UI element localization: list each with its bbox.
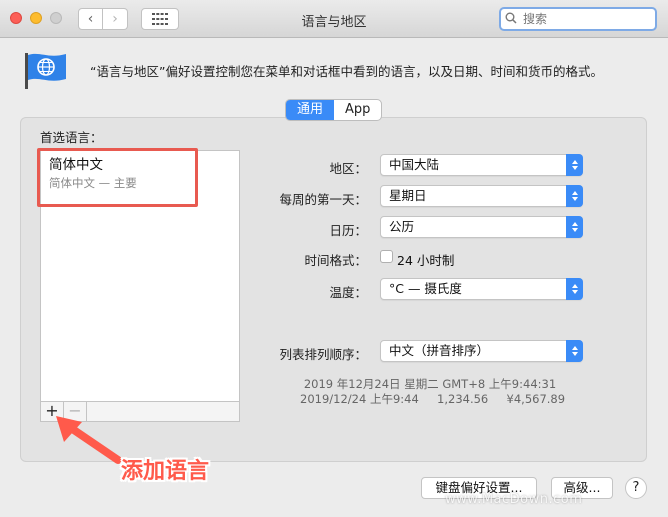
annotation-arrow-icon: [56, 416, 122, 464]
calendar-label: 日历：: [329, 223, 367, 238]
tab-bar: 通用 App: [285, 99, 383, 121]
temperature-value: °C — 摄氏度: [389, 281, 462, 296]
updown-icon: [566, 278, 583, 300]
date-sample: 2019 年12月24日 星期二 GMT+8 上午9:44:31: [303, 377, 557, 391]
updown-icon: [566, 216, 583, 238]
region-popup[interactable]: 中国大陆: [380, 154, 583, 176]
calendar-value: 公历: [389, 219, 415, 234]
preference-description: “语言与地区”偏好设置控制您在菜单和对话框中看到的语言，以及日期、时间和货币的格…: [90, 64, 603, 79]
number-sample: 2019/12/24 上午9:44 1,234.56 ¥4,567.89: [300, 392, 566, 406]
24-hour-checkbox[interactable]: [380, 250, 393, 263]
tab-general[interactable]: 通用: [286, 100, 335, 120]
first-day-popup[interactable]: 星期日: [380, 185, 583, 207]
time-format-label: 时间格式：: [304, 253, 367, 268]
updown-icon: [566, 154, 583, 176]
annotation-highlight: [37, 148, 198, 207]
updown-icon: [566, 185, 583, 207]
watermark: www.MacDown.com: [445, 492, 583, 507]
sort-order-popup[interactable]: 中文（拼音排序）: [380, 340, 583, 362]
first-day-label: 每周的第一天：: [279, 192, 367, 207]
region-value: 中国大陆: [389, 157, 440, 172]
help-button[interactable]: ?: [625, 477, 647, 499]
region-label: 地区：: [329, 161, 367, 176]
calendar-popup[interactable]: 公历: [380, 216, 583, 238]
temperature-popup[interactable]: °C — 摄氏度: [380, 278, 583, 300]
preferred-languages-label: 首选语言：: [40, 130, 103, 145]
sort-order-label: 列表排列顺序：: [279, 347, 367, 362]
24-hour-label[interactable]: 24 小时制: [397, 250, 454, 269]
temperature-label: 温度：: [329, 285, 367, 300]
search-input[interactable]: [499, 7, 657, 31]
sort-order-value: 中文（拼音排序）: [389, 343, 490, 358]
search-icon: [505, 12, 517, 24]
updown-icon: [566, 340, 583, 362]
add-language-annotation: 添加语言: [121, 459, 210, 484]
first-day-value: 星期日: [389, 188, 427, 203]
tab-app[interactable]: App: [334, 100, 381, 120]
flag-globe-icon: [25, 53, 66, 89]
